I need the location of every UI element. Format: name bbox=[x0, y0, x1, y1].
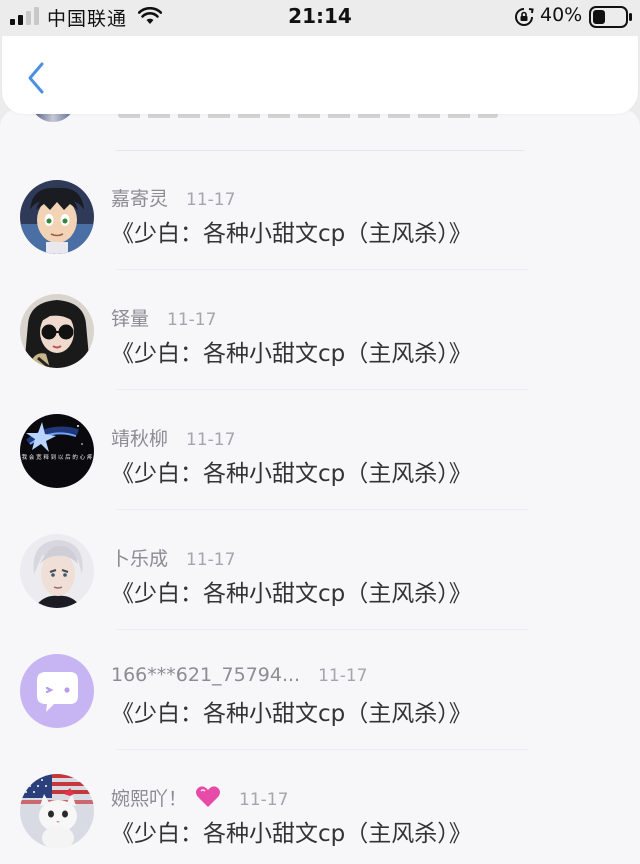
comment-text[interactable]: 《少白：各种小甜文cp（主风杀）》 bbox=[111, 214, 472, 248]
avatar[interactable] bbox=[20, 180, 94, 254]
comment-text[interactable]: 《少白：各种小甜文cp（主风杀）》 bbox=[111, 694, 472, 728]
list-item[interactable]: 铎量 11-17 《少白：各种小甜文cp（主风杀）》 bbox=[0, 294, 640, 414]
chevron-left-icon[interactable] bbox=[22, 60, 50, 96]
comment-date: 11-17 bbox=[239, 790, 289, 810]
username[interactable]: 卜乐成 bbox=[111, 548, 168, 570]
comment-list[interactable]: 嘉寄灵 11-17 《少白：各种小甜文cp（主风杀）》 铎量 11-17 《少白… bbox=[0, 108, 640, 864]
comment-date: 11-17 bbox=[167, 310, 217, 330]
navigation-bar bbox=[2, 36, 638, 114]
comment-text[interactable]: 《少白：各种小甜文cp（主风杀）》 bbox=[111, 334, 472, 368]
list-item[interactable]: 我 会 宽 释 到 以 后 的 心 疼 靖秋柳 11-17 《少白：各种小甜文cp… bbox=[0, 414, 640, 534]
username[interactable]: 靖秋柳 bbox=[111, 428, 168, 450]
comment-date: 11-17 bbox=[186, 190, 236, 210]
svg-text:我 会 宽 释 到 以 后 的 心 疼: 我 会 宽 释 到 以 后 的 心 疼 bbox=[22, 453, 93, 461]
avatar[interactable] bbox=[20, 774, 94, 848]
list-item[interactable]: 嘉寄灵 11-17 《少白：各种小甜文cp（主风杀）》 bbox=[0, 174, 640, 294]
screen: 中国联通 21:14 40% 嘉寄灵 11-17 《少白：各种小甜文cp（主风杀… bbox=[0, 0, 640, 864]
comment-date: 11-17 bbox=[186, 550, 236, 570]
status-bar: 中国联通 21:14 40% bbox=[0, 0, 640, 34]
username[interactable]: 166***621_75794... bbox=[111, 664, 300, 686]
comment-text[interactable]: 《少白：各种小甜文cp（主风杀）》 bbox=[111, 574, 472, 608]
avatar[interactable] bbox=[20, 654, 94, 728]
list-item[interactable]: 166***621_75794... 11-17 《少白：各种小甜文cp（主风杀）… bbox=[0, 654, 640, 774]
username[interactable]: 铎量 bbox=[111, 308, 149, 330]
heart-emoji-icon bbox=[196, 786, 221, 807]
username[interactable]: 嘉寄灵 bbox=[111, 188, 168, 210]
list-item[interactable]: 婉熙吖！ 11-17 《少白：各种小甜文cp（主风杀）》 bbox=[0, 774, 640, 864]
avatar[interactable]: 我 会 宽 释 到 以 后 的 心 疼 bbox=[20, 414, 94, 488]
avatar[interactable] bbox=[20, 294, 94, 368]
avatar[interactable] bbox=[20, 534, 94, 608]
list-item[interactable]: 卜乐成 11-17 《少白：各种小甜文cp（主风杀）》 bbox=[0, 534, 640, 654]
rotation-lock-icon bbox=[515, 8, 534, 26]
comment-text[interactable]: 《少白：各种小甜文cp（主风杀）》 bbox=[111, 814, 472, 848]
comment-date: 11-17 bbox=[186, 430, 236, 450]
username[interactable]: 婉熙吖！ bbox=[111, 788, 187, 810]
previous-comment-partial bbox=[0, 108, 640, 150]
battery-percent: 40% bbox=[540, 4, 583, 26]
comment-date: 11-17 bbox=[318, 666, 368, 686]
comment-text[interactable]: 《少白：各种小甜文cp（主风杀）》 bbox=[111, 454, 472, 488]
battery-icon bbox=[589, 6, 632, 28]
